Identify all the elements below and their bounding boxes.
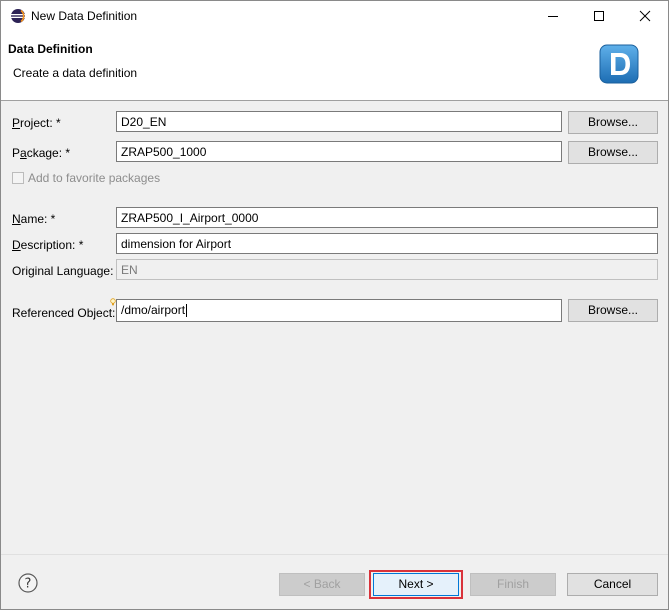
eclipse-icon — [11, 9, 25, 23]
add-to-favorites-checkbox[interactable] — [12, 172, 24, 184]
footer-separator — [1, 554, 668, 555]
close-icon — [639, 10, 651, 22]
package-browse-button[interactable]: Browse... — [568, 141, 658, 164]
minimize-button[interactable] — [530, 1, 576, 31]
project-field[interactable]: D20_EN — [116, 111, 562, 132]
name-field[interactable]: ZRAP500_I_Airport_0000 — [116, 207, 658, 228]
referenced-object-field[interactable]: /dmo/airport — [116, 299, 562, 322]
next-button-highlight — [369, 570, 463, 599]
data-definition-logo-icon — [599, 44, 639, 84]
cancel-button[interactable]: Cancel — [567, 573, 658, 596]
maximize-button[interactable] — [576, 1, 622, 31]
minimize-icon — [548, 16, 558, 17]
wizard-subtitle: Create a data definition — [13, 66, 138, 80]
text-cursor — [186, 304, 188, 318]
add-to-favorites-label: Add to favorite packages — [28, 171, 161, 185]
help-icon[interactable]: ? — [18, 573, 38, 593]
description-label: Description: * — [12, 238, 84, 252]
referenced-object-label: Referenced Object: — [12, 306, 116, 320]
dialog-window: New Data Definition Data Definition Crea… — [0, 0, 669, 610]
package-label: Package: * — [12, 146, 71, 160]
description-field[interactable]: dimension for Airport — [116, 233, 658, 254]
window-title: New Data Definition — [31, 9, 138, 23]
referenced-object-browse-button[interactable]: Browse... — [568, 299, 658, 322]
svg-text:?: ? — [25, 577, 32, 592]
project-browse-button[interactable]: Browse... — [568, 111, 658, 134]
wizard-header: Data Definition Create a data definition — [1, 31, 668, 101]
title-bar: New Data Definition — [1, 1, 668, 31]
finish-button[interactable]: Finish — [470, 573, 556, 596]
maximize-icon — [594, 11, 604, 21]
close-button[interactable] — [622, 1, 668, 31]
original-language-label: Original Language: — [12, 264, 114, 278]
back-button[interactable]: < Back — [279, 573, 365, 596]
package-field[interactable]: ZRAP500_1000 — [116, 141, 562, 162]
original-language-field: EN — [116, 259, 658, 280]
wizard-title: Data Definition — [8, 42, 93, 56]
project-label: Project: * — [12, 116, 61, 130]
name-label: Name: * — [12, 212, 56, 226]
